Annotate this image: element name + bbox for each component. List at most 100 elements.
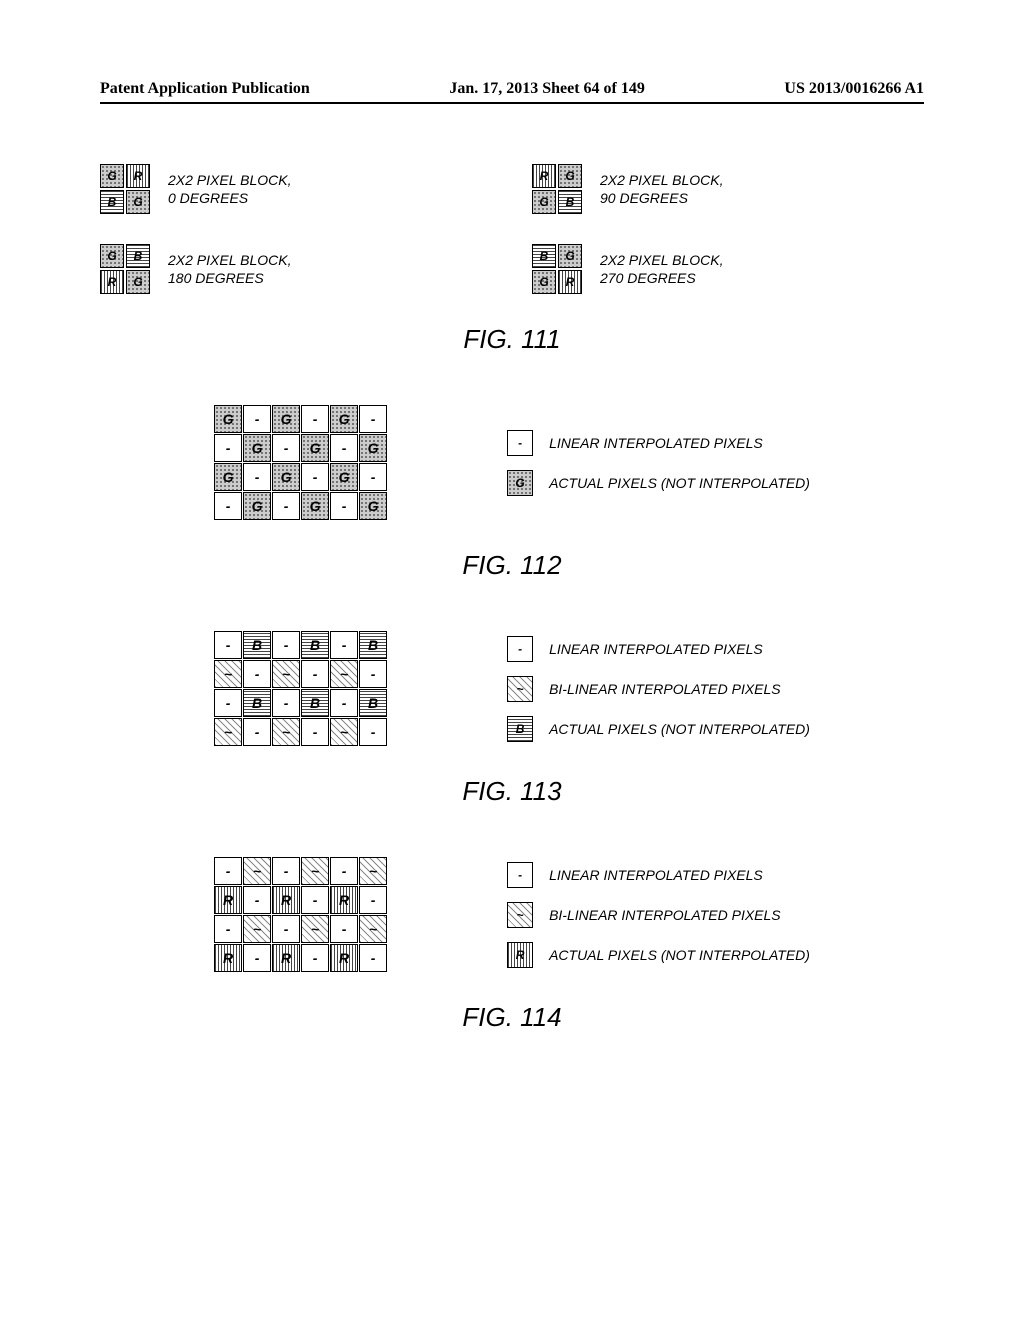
fig-113: -B-B-B~-~-~--B-B-B~-~-~- -LINEAR INTERPO… (100, 631, 924, 807)
grid-cell: G (243, 434, 271, 462)
pixel-cell: G (532, 270, 556, 294)
grid-cell: - (214, 689, 242, 717)
block-label: 2X2 PIXEL BLOCK,180 DEGREES (168, 251, 291, 287)
pixel-cell: G (558, 164, 582, 188)
pixel-cell: G (532, 190, 556, 214)
legend-swatch: ~ (507, 676, 533, 702)
grid-cell: - (359, 718, 387, 746)
fig-113-grid: -B-B-B~-~-~--B-B-B~-~-~- (214, 631, 387, 746)
grid-cell: - (214, 492, 242, 520)
grid-cell: R (214, 944, 242, 972)
grid-cell: - (301, 886, 329, 914)
legend-swatch: - (507, 636, 533, 662)
pixel-cell: G (126, 190, 150, 214)
grid-cell: G (301, 434, 329, 462)
grid-cell: - (330, 492, 358, 520)
block-270deg: BGGR2X2 PIXEL BLOCK,270 DEGREES (532, 244, 924, 294)
grid-cell: ~ (243, 857, 271, 885)
grid-cell: - (359, 463, 387, 491)
fig-112: G-G-G--G-G-GG-G-G--G-G-G -LINEAR INTERPO… (100, 405, 924, 581)
grid-cell: - (272, 689, 300, 717)
legend-row: -LINEAR INTERPOLATED PIXELS (507, 430, 810, 456)
grid-cell: - (359, 405, 387, 433)
legend-label: LINEAR INTERPOLATED PIXELS (549, 867, 763, 883)
fig-114: -~-~-~R-R-R--~-~-~R-R-R- - LINEAR INTERPO… (100, 857, 924, 1033)
grid-cell: - (301, 718, 329, 746)
grid-cell: ~ (330, 660, 358, 688)
grid-cell: G (330, 463, 358, 491)
grid-cell: ~ (272, 660, 300, 688)
grid-cell: ~ (214, 660, 242, 688)
grid-cell: ~ (272, 718, 300, 746)
grid-cell: - (243, 463, 271, 491)
grid-cell: G (214, 405, 242, 433)
block-0deg: GRBG2X2 PIXEL BLOCK,0 DEGREES (100, 164, 492, 214)
grid-cell: - (359, 944, 387, 972)
pixel-cell: G (100, 164, 124, 188)
grid-cell: - (243, 886, 271, 914)
legend-swatch: ~ (507, 902, 533, 928)
fig-114-legend: -LINEAR INTERPOLATED PIXELS~BI-LINEAR IN… (507, 862, 810, 968)
pixel-cell: R (532, 164, 556, 188)
grid-cell: - (330, 631, 358, 659)
fig-114-caption: FIG. 114 (100, 1002, 924, 1033)
grid-cell: - (214, 915, 242, 943)
pixel-cell: G (558, 244, 582, 268)
legend-row: -LINEAR INTERPOLATED PIXELS (507, 636, 810, 662)
grid-cell: G (243, 492, 271, 520)
pixel-cell: B (532, 244, 556, 268)
block-90deg: RGGB2X2 PIXEL BLOCK,90 DEGREES (532, 164, 924, 214)
legend-label: ACTUAL PIXELS (NOT INTERPOLATED) (549, 721, 810, 737)
grid-cell: ~ (301, 857, 329, 885)
grid-cell: - (301, 405, 329, 433)
fig-111: GRBG2X2 PIXEL BLOCK,0 DEGREES RGGB2X2 PI… (100, 164, 924, 355)
grid-cell: R (330, 944, 358, 972)
block-label: 2X2 PIXEL BLOCK,0 DEGREES (168, 171, 291, 207)
grid-cell: ~ (359, 915, 387, 943)
fig-112-caption: FIG. 112 (100, 550, 924, 581)
grid-cell: R (214, 886, 242, 914)
grid-cell: G (330, 405, 358, 433)
header-right: US 2013/0016266 A1 (784, 80, 924, 98)
legend-swatch: B (507, 716, 533, 742)
grid-cell: G (301, 492, 329, 520)
grid-cell: B (301, 689, 329, 717)
fig-111-row1: GRBG2X2 PIXEL BLOCK,0 DEGREES RGGB2X2 PI… (100, 164, 924, 214)
grid-cell: - (243, 944, 271, 972)
grid-cell: B (359, 689, 387, 717)
grid-cell: R (330, 886, 358, 914)
fig-113-legend: -LINEAR INTERPOLATED PIXELS ~ BI-LINEAR IN… (507, 636, 810, 742)
legend-swatch: R (507, 942, 533, 968)
grid-cell: ~ (330, 718, 358, 746)
pixel-cell: B (126, 244, 150, 268)
legend-row: ~ BI-LINEAR INTERPOLATED PIXELS (507, 676, 810, 702)
pixel-cell: R (100, 270, 124, 294)
grid-cell: - (359, 886, 387, 914)
grid-cell: R (272, 944, 300, 972)
pixel-block: RGGB (532, 164, 582, 214)
pixel-cell: G (126, 270, 150, 294)
legend-label: LINEAR INTERPOLATED PIXELS (549, 435, 763, 451)
grid-cell: - (272, 857, 300, 885)
fig-113-caption: FIG. 113 (100, 776, 924, 807)
grid-cell: ~ (243, 915, 271, 943)
grid-cell: - (214, 857, 242, 885)
grid-cell: G (359, 434, 387, 462)
legend-row: RACTUAL PIXELS (NOT INTERPOLATED) (507, 942, 810, 968)
grid-cell: - (243, 405, 271, 433)
legend-label: BI-LINEAR INTERPOLATED PIXELS (549, 681, 781, 697)
legend-swatch: G (507, 470, 533, 496)
grid-cell: G (359, 492, 387, 520)
grid-cell: ~ (214, 718, 242, 746)
grid-cell: - (214, 434, 242, 462)
grid-cell: - (272, 915, 300, 943)
grid-cell: - (330, 857, 358, 885)
grid-cell: - (272, 492, 300, 520)
legend-row: B ACTUAL PIXELS (NOT INTERPOLATED) (507, 716, 810, 742)
pixel-cell: R (126, 164, 150, 188)
grid-cell: - (243, 718, 271, 746)
grid-cell: - (243, 660, 271, 688)
fig-114-grid: -~-~-~R-R-R--~-~-~R-R-R- (214, 857, 387, 972)
block-label: 2X2 PIXEL BLOCK,270 DEGREES (600, 251, 723, 287)
grid-cell: B (243, 631, 271, 659)
